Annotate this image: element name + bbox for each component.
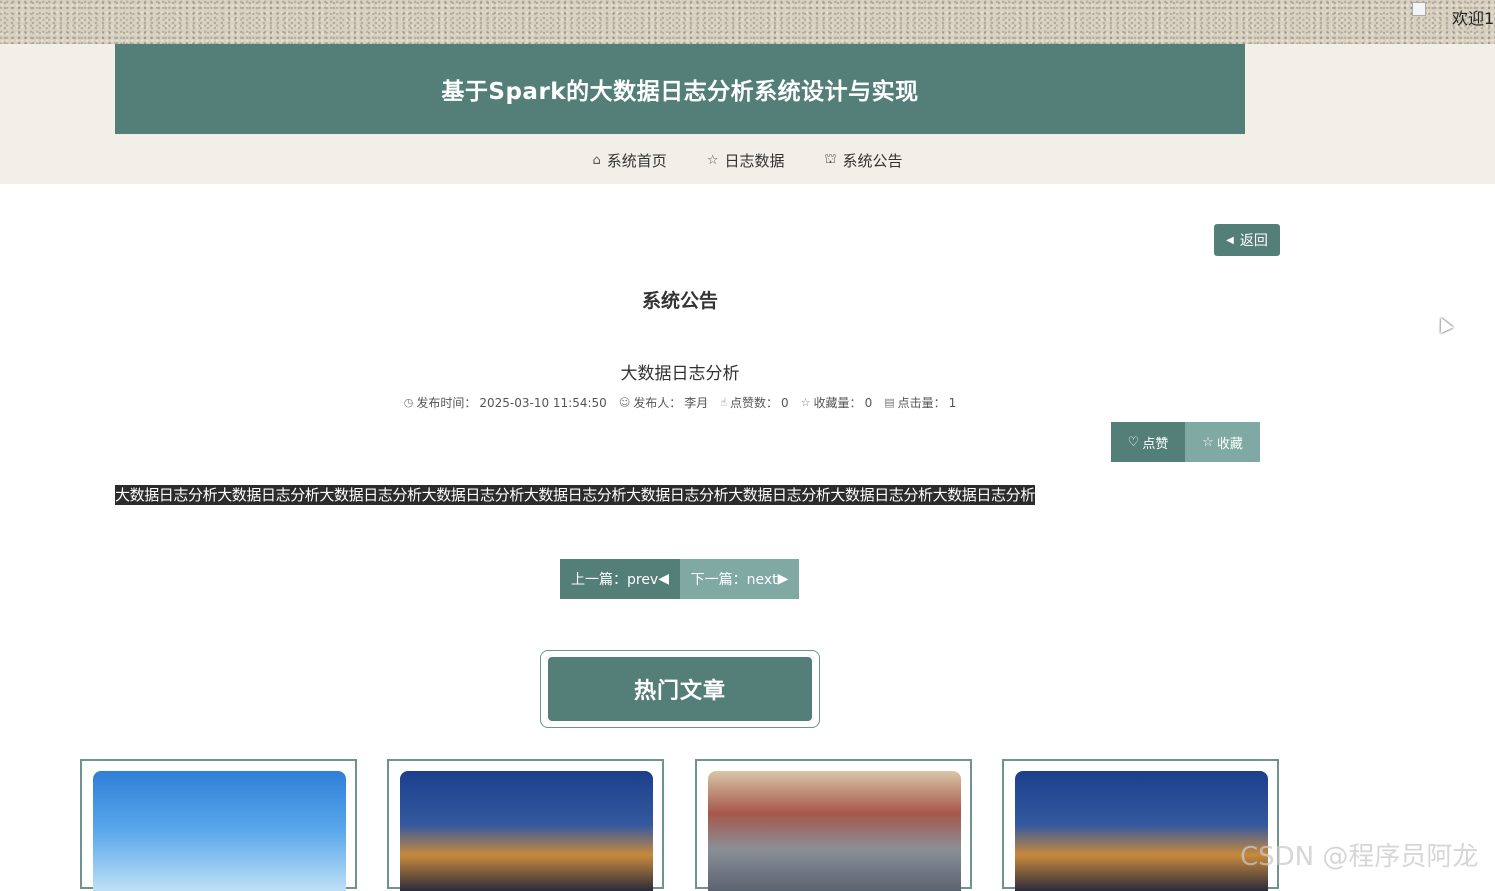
nav-item-notice[interactable]: ⛫ 系统公告	[824, 148, 902, 172]
meta-clicks-value: 1	[948, 395, 957, 410]
article-title: 大数据日志分析	[620, 364, 740, 384]
meta-time-label: 发布时间：	[416, 396, 477, 410]
meta-time-value: 2025-03-10 11:54:50	[479, 395, 607, 410]
nav-item-label: 日志数据	[724, 151, 785, 170]
favorite-button-label: 收藏	[1216, 436, 1243, 452]
welcome-text: 欢迎1	[1452, 9, 1495, 28]
home-icon: ⌂	[592, 152, 601, 168]
back-button-label: 返回	[1239, 233, 1268, 249]
nav-item-log-data[interactable]: ☆ 日志数据	[707, 148, 785, 172]
meta-likes-label: 点赞数：	[730, 396, 779, 410]
caret-left-icon: ◀	[1226, 234, 1234, 246]
meta-author: ☺ 发布人： 李月	[619, 394, 709, 411]
meta-favs: ☆ 收藏量： 0	[801, 394, 873, 411]
favorite-button[interactable]: ☆ 收藏	[1185, 422, 1260, 462]
prev-article-button[interactable]: 上一篇：prev ◀	[560, 559, 680, 599]
star-icon: ☆	[706, 152, 719, 168]
back-button[interactable]: ◀ 返回	[1214, 224, 1280, 256]
meta-likes-value: 0	[781, 395, 789, 410]
hot-articles-heading: 热门文章	[546, 655, 814, 723]
hot-article-card[interactable]	[695, 759, 972, 891]
thumb-up-icon: ☝	[720, 396, 728, 409]
meta-clicks-label: 点击量：	[897, 396, 946, 410]
meta-author-label: 发布人：	[633, 396, 682, 410]
avatar[interactable]	[1412, 2, 1426, 16]
caret-right-icon: ▶	[777, 571, 789, 587]
like-button[interactable]: ♡ 点赞	[1111, 422, 1185, 462]
site-title: 基于Spark的大数据日志分析系统设计与实现	[441, 79, 919, 105]
meta-author-value: 李月	[684, 396, 709, 410]
star-icon: ☆	[800, 396, 811, 409]
watermark-text: CSDN @程序员阿龙	[1240, 842, 1479, 872]
article-thumbnail[interactable]	[93, 771, 346, 891]
clock-icon: ◷	[403, 396, 414, 409]
meta-clicks: ▤ 点击量： 1	[884, 394, 956, 411]
meta-favs-value: 0	[864, 395, 873, 410]
heart-icon: ♡	[1127, 434, 1140, 450]
nav-item-home[interactable]: ⌂ 系统首页	[593, 148, 667, 172]
document-icon: ▤	[884, 396, 895, 409]
next-label: 下一篇：next	[690, 572, 778, 588]
main-nav: ⌂ 系统首页 ☆ 日志数据 ⛫ 系统公告	[0, 148, 1495, 172]
article-pager: 上一篇：prev ◀ 下一篇：next ▶	[560, 559, 799, 599]
next-article-button[interactable]: 下一篇：next ▶	[680, 559, 799, 599]
article-thumbnail[interactable]	[708, 771, 961, 891]
article-content: 大数据日志分析大数据日志分析大数据日志分析大数据日志分析大数据日志分析大数据日志…	[115, 485, 1035, 505]
like-button-label: 点赞	[1142, 436, 1169, 452]
meta-likes: ☝ 点赞数： 0	[720, 394, 788, 411]
caret-left-icon: ◀	[658, 571, 669, 587]
section-title: 系统公告	[641, 290, 718, 312]
nav-item-label: 系统首页	[606, 151, 667, 170]
meta-favs-label: 收藏量：	[813, 396, 862, 410]
mouse-cursor-icon	[1434, 314, 1454, 334]
bag-icon: ⛫	[824, 151, 837, 167]
top-texture-bar	[0, 0, 1495, 44]
meta-time: ◷ 发布时间： 2025-03-10 11:54:50	[404, 394, 607, 411]
prev-label: 上一篇：prev	[570, 572, 659, 588]
article-thumbnail[interactable]	[1015, 771, 1268, 891]
article-meta: ◷ 发布时间： 2025-03-10 11:54:50 ☺ 发布人： 李月 ☝ 点赞…	[0, 394, 1360, 411]
article-actions: ♡ 点赞 ☆ 收藏	[1111, 422, 1260, 462]
nav-item-label: 系统公告	[842, 151, 903, 170]
user-icon: ☺	[618, 396, 631, 409]
star-icon: ☆	[1202, 434, 1214, 450]
hot-articles-title: 热门文章	[633, 679, 726, 704]
hot-article-card[interactable]	[387, 759, 664, 891]
hot-article-card[interactable]	[80, 759, 357, 891]
article-thumbnail[interactable]	[400, 771, 653, 891]
hot-article-card[interactable]	[1002, 759, 1279, 891]
site-title-banner: 基于Spark的大数据日志分析系统设计与实现	[115, 44, 1245, 134]
